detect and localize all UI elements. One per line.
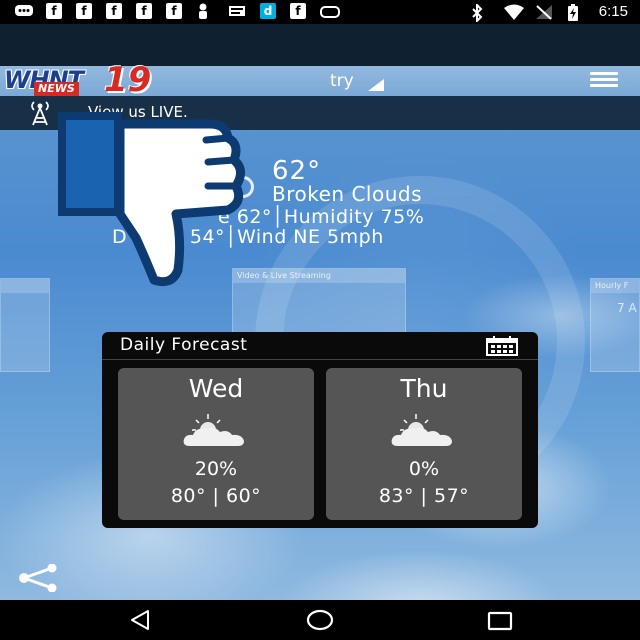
divider: [102, 359, 538, 360]
hamburger-icon[interactable]: [590, 72, 618, 88]
facebook-icon: f: [166, 3, 182, 19]
ghost-card-hourly[interactable]: Hourly F 7 A: [590, 278, 640, 372]
ghost-card-hourly-title: Hourly F: [591, 279, 639, 293]
ghost-card-hourly-value: 7 A: [617, 301, 637, 315]
forecast-day-card[interactable]: Wed 20% 80° | 60°: [118, 368, 314, 520]
partly-cloudy-icon: [183, 414, 244, 446]
feels-like-humidity: e 62°│Humidity 75%: [218, 206, 425, 228]
chat-icon: [14, 3, 33, 19]
clock: 6:15: [598, 3, 628, 20]
news-icon: [228, 3, 246, 19]
share-icon[interactable]: [16, 564, 60, 592]
recent-apps-icon[interactable]: [486, 610, 514, 632]
broadcast-tower-icon[interactable]: [28, 100, 52, 126]
dash-icon: d: [260, 3, 276, 19]
location-selector[interactable]: try: [330, 71, 354, 91]
facebook-icon: f: [290, 3, 306, 19]
forecast-title: Daily Forecast: [120, 335, 248, 355]
ghost-card-title: Video & Live Streaming: [233, 269, 405, 283]
partly-cloudy-icon: [391, 414, 452, 446]
facebook-icon: f: [46, 3, 62, 19]
facebook-icon: f: [76, 3, 92, 19]
battery-charging-icon: [567, 4, 585, 21]
daily-forecast-panel: Daily Forecast Wed 20% 80° | 60° Thu 0% …: [102, 332, 538, 528]
logo-news: NEWS: [34, 82, 79, 96]
high-low-temps: 83° | 57°: [378, 485, 470, 507]
person-icon: [196, 3, 214, 19]
back-triangle-icon[interactable]: [128, 608, 152, 632]
precip-chance: 20%: [194, 458, 238, 480]
notification-icons: f f f f f d f: [14, 3, 340, 19]
high-low-temps: 80° | 60°: [170, 485, 262, 507]
facebook-icon: f: [136, 3, 152, 19]
forecast-day: Wed: [188, 374, 244, 403]
app-top-band: [0, 24, 640, 66]
system-icons: 6:15: [471, 2, 628, 24]
status-bar: f f f f f d f 6:15: [0, 0, 640, 24]
forecast-day: Thu: [400, 374, 448, 403]
facebook-icon: f: [106, 3, 122, 19]
dropdown-arrow-icon[interactable]: [368, 79, 384, 91]
current-condition: Broken Clouds: [272, 182, 422, 206]
signal-icon: [535, 4, 553, 20]
whnt-logo[interactable]: WHNT 19 NEWS: [4, 60, 156, 100]
home-circle-icon[interactable]: [306, 608, 334, 632]
ghost-card-left[interactable]: [0, 278, 50, 372]
forecast-day-card[interactable]: Thu 0% 83° | 57°: [326, 368, 522, 520]
logo-number: 19: [104, 60, 152, 100]
calendar-icon[interactable]: [486, 336, 518, 356]
wifi-icon: [503, 4, 524, 20]
ghost-card-video[interactable]: Video & Live Streaming: [232, 268, 406, 338]
bluetooth-icon: [471, 2, 489, 24]
precip-chance: 0%: [408, 458, 440, 480]
alert-icon: [320, 6, 340, 18]
thumbs-down-icon: [58, 112, 245, 287]
